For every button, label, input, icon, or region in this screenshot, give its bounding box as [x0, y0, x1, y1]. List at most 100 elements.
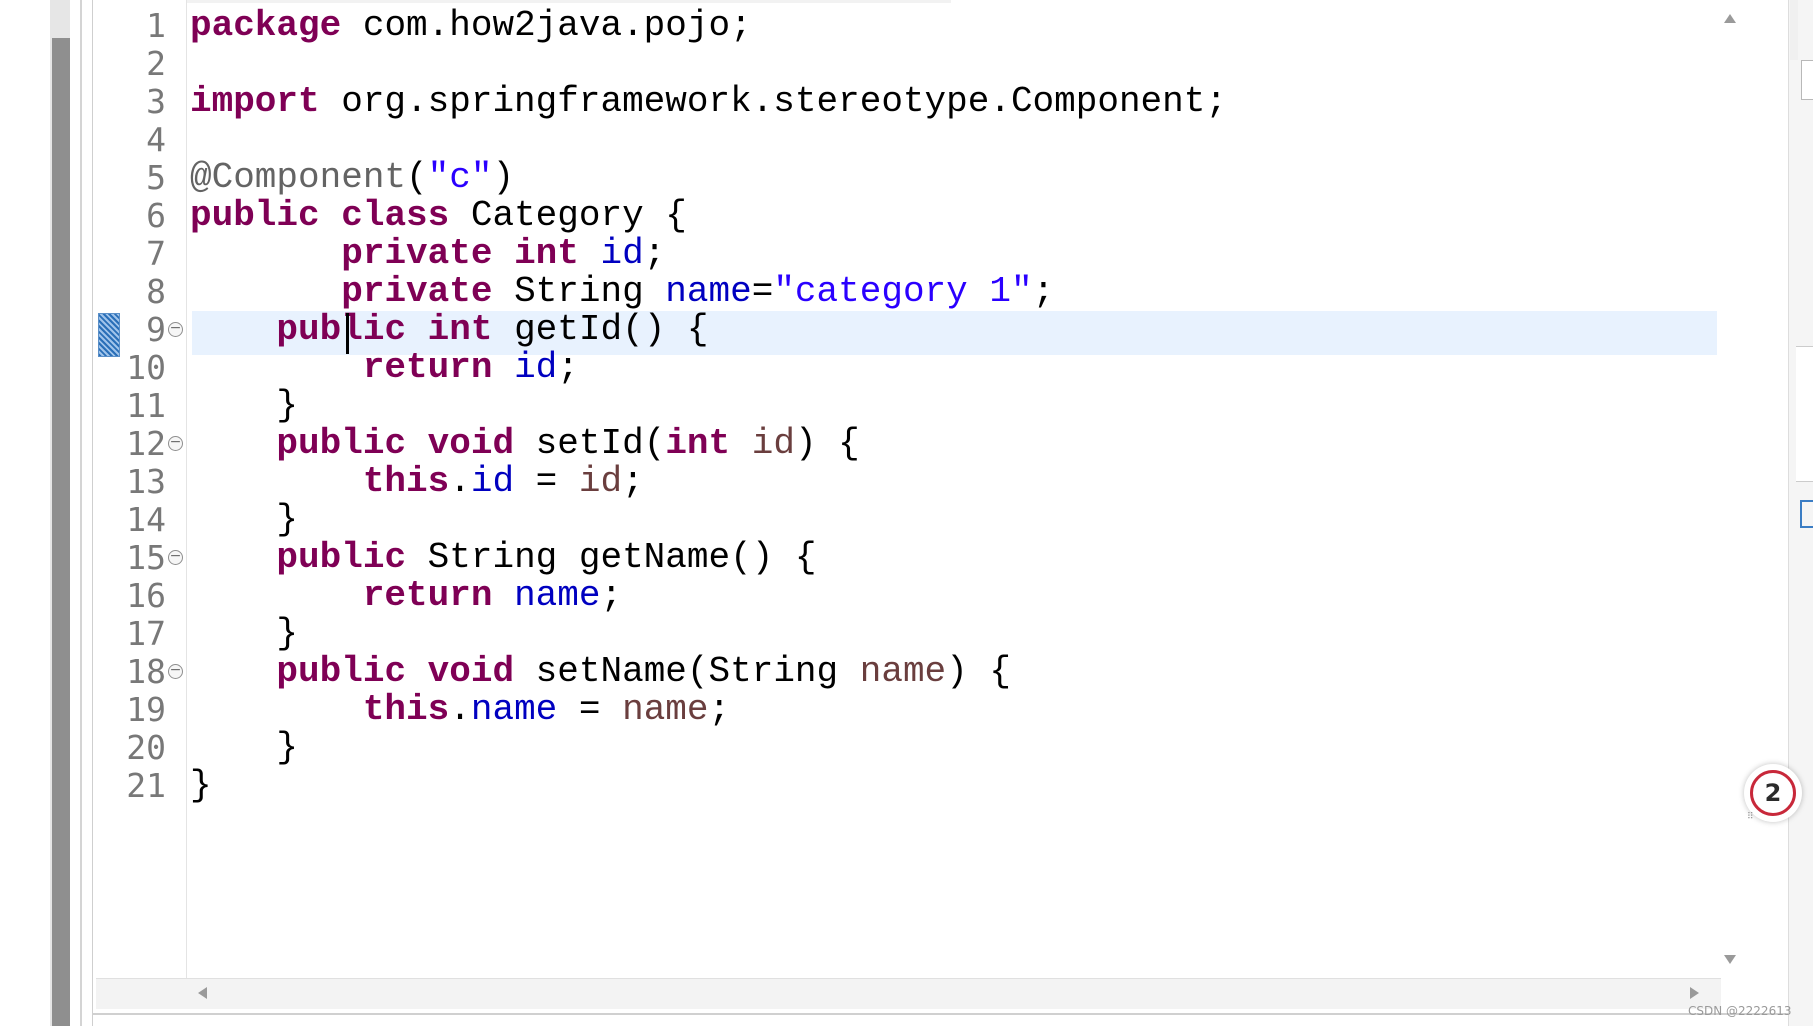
code-token: name — [470, 689, 558, 730]
code-token: name — [514, 575, 601, 616]
code-token: package — [190, 5, 342, 46]
code-token: setName(String — [514, 651, 860, 692]
code-token: String — [492, 271, 666, 312]
collapse-icon[interactable]: − — [168, 321, 183, 337]
code-token: ) { — [794, 423, 860, 464]
frame-divider — [92, 0, 93, 1026]
code-token: } — [190, 727, 299, 768]
code-token: "c" — [427, 157, 493, 198]
code-token: class — [341, 195, 450, 236]
code-line[interactable]: } — [190, 764, 212, 808]
code-line[interactable]: package com.how2java.pojo; — [190, 4, 752, 48]
code-token: ; — [643, 233, 666, 274]
code-token: } — [190, 499, 299, 540]
code-token: ; — [1032, 271, 1055, 312]
editor-top-strip — [96, 0, 951, 3]
code-token: = — [751, 271, 774, 312]
code-token: } — [190, 613, 299, 654]
code-token: @Component — [190, 157, 407, 198]
left-scroll-bar[interactable] — [52, 38, 70, 1026]
code-token: } — [190, 765, 212, 806]
code-token: int — [514, 233, 579, 274]
scroll-up-arrow-icon[interactable] — [1724, 14, 1736, 23]
code-token: setId( — [514, 423, 666, 464]
vertical-scrollbar[interactable] — [1717, 0, 1749, 978]
drag-grip-icon[interactable]: ⠿ — [1747, 812, 1754, 822]
scroll-down-arrow-icon[interactable] — [1724, 955, 1736, 964]
code-token: org.springframework.stereotype.Component… — [319, 81, 1227, 122]
code-token: public — [190, 195, 320, 236]
code-token: ; — [600, 575, 623, 616]
code-token: import — [190, 81, 320, 122]
collapse-icon[interactable]: − — [168, 549, 183, 565]
code-token: = — [514, 461, 579, 502]
code-token: "category 1" — [773, 271, 1033, 312]
watermark: CSDN @2222613 — [1688, 1004, 1792, 1018]
line-number: 21 — [126, 766, 166, 805]
horizontal-scrollbar[interactable] — [96, 978, 1721, 1009]
code-token: int — [665, 423, 731, 464]
frame-bottom-border — [92, 1013, 1792, 1015]
code-token: . — [449, 461, 471, 502]
code-token: private — [341, 271, 493, 312]
code-token: Category { — [449, 195, 687, 236]
side-view-tab[interactable] — [1796, 346, 1813, 482]
collapse-icon[interactable]: − — [168, 435, 183, 451]
code-token: public — [276, 423, 407, 464]
code-token: return — [362, 575, 493, 616]
code-token: void — [427, 423, 515, 464]
badge-count: 2 — [1750, 770, 1796, 816]
code-token: this — [362, 461, 450, 502]
code-token: = — [557, 689, 623, 730]
code-token: ) — [492, 157, 515, 198]
right-panel-strip — [1790, 0, 1798, 60]
code-token: public — [276, 309, 407, 350]
code-token: com.how2java.pojo; — [341, 5, 752, 46]
text-caret — [346, 313, 349, 354]
code-token: id — [470, 461, 515, 502]
code-token: return — [362, 347, 493, 388]
outline-view-icon[interactable] — [1800, 500, 1813, 528]
code-token: void — [427, 651, 515, 692]
change-marker-icon[interactable] — [98, 313, 120, 357]
code-token: ; — [708, 689, 731, 730]
code-token: String getName() { — [406, 537, 817, 578]
code-token: id — [751, 423, 795, 464]
code-token: public — [276, 537, 407, 578]
code-token: name — [622, 689, 709, 730]
scroll-right-arrow-icon[interactable] — [1690, 987, 1699, 999]
code-token: int — [427, 309, 493, 350]
code-token: id — [514, 347, 558, 388]
code-token: } — [190, 385, 299, 426]
code-token: private — [341, 233, 493, 274]
code-token: ) { — [946, 651, 1011, 692]
annotation-ruler — [96, 0, 120, 978]
code-token: id — [578, 461, 623, 502]
code-token: ; — [622, 461, 644, 502]
frame-divider — [80, 0, 82, 1026]
scroll-left-arrow-icon[interactable] — [198, 987, 207, 999]
code-token: public — [276, 651, 407, 692]
panel-minimize-icon[interactable] — [1801, 60, 1813, 100]
code-token: this — [362, 689, 450, 730]
code-token: id — [600, 233, 644, 274]
code-line[interactable]: import org.springframework.stereotype.Co… — [190, 80, 1227, 124]
collapse-icon[interactable]: − — [168, 663, 183, 679]
code-token: ; — [557, 347, 579, 388]
